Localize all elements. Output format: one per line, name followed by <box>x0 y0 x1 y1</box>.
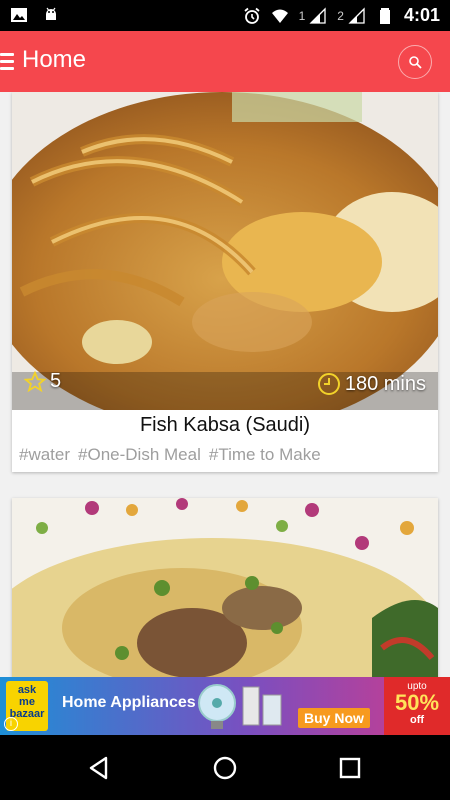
tag-link[interactable]: #water <box>19 445 70 465</box>
recipe-card[interactable]: 5 180 mins Fish Kabsa (Saudi) #water #On… <box>12 92 438 472</box>
status-bar: 1 2 4:01 <box>0 0 450 31</box>
sim2-label: 2 <box>337 8 344 23</box>
ad-info-icon[interactable]: i <box>4 717 18 731</box>
alarm-icon <box>244 7 260 24</box>
recents-icon[interactable] <box>335 753 365 783</box>
home-icon[interactable] <box>210 753 240 783</box>
recipe-photo[interactable] <box>12 498 438 677</box>
rating: 5 <box>24 370 61 393</box>
hamburger-menu-icon[interactable] <box>0 53 14 71</box>
search-icon <box>409 56 422 69</box>
sim1-label: 1 <box>298 8 306 23</box>
back-icon[interactable] <box>84 753 114 783</box>
page-title: Home <box>22 46 87 73</box>
cook-time-value: 180 mins <box>344 372 426 395</box>
image-icon <box>11 8 27 22</box>
tag-list: #water #One-Dish Meal #Time to Make <box>19 445 321 465</box>
signal-icon <box>309 6 326 24</box>
recipe-photo[interactable] <box>12 92 438 410</box>
app-bar: Home <box>0 31 450 92</box>
clock-icon <box>317 373 340 395</box>
ad-banner[interactable]: ask me bazaar i Home Appliances Buy Now … <box>0 677 450 735</box>
offer-badge: upto 50% off <box>384 677 450 735</box>
android-icon <box>46 7 56 20</box>
wifi-icon <box>271 9 288 23</box>
appliance-image <box>198 684 282 729</box>
ad-title: Home Appliances <box>62 694 196 711</box>
search-button[interactable] <box>398 45 432 79</box>
recipe-list[interactable]: 5 180 mins Fish Kabsa (Saudi) #water #On… <box>0 92 450 677</box>
tag-link[interactable]: #One-Dish Meal <box>78 445 201 465</box>
battery-icon <box>379 7 390 24</box>
tag-link[interactable]: #Time to Make <box>209 445 321 465</box>
star-icon <box>24 370 46 392</box>
recipe-title[interactable]: Fish Kabsa (Saudi) <box>12 414 438 437</box>
cook-time: 180 mins <box>317 372 426 396</box>
recipe-card[interactable] <box>12 498 438 677</box>
signal-icon <box>348 6 365 24</box>
rating-value: 5 <box>50 370 62 392</box>
buy-now-button[interactable]: Buy Now <box>298 708 370 728</box>
clock: 4:01 <box>403 5 440 25</box>
navigation-bar <box>0 735 450 800</box>
